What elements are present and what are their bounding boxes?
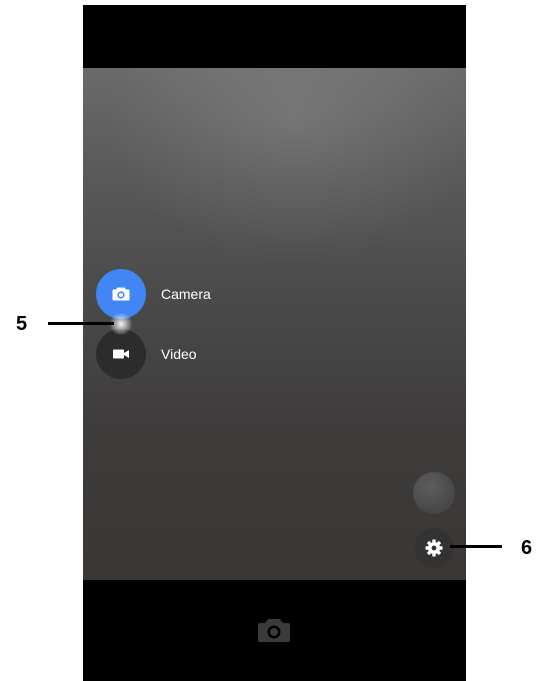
camera-icon	[112, 287, 130, 301]
camera-viewfinder[interactable]	[83, 68, 466, 580]
video-icon	[113, 349, 129, 359]
camera-mode-label: Camera	[161, 286, 211, 302]
shutter-camera-icon[interactable]	[257, 617, 291, 643]
camera-mode-button[interactable]	[96, 269, 146, 319]
callout-line-6	[450, 545, 502, 548]
mode-camera-item[interactable]: Camera	[96, 269, 256, 319]
video-mode-button[interactable]	[96, 329, 146, 379]
callout-line-5	[48, 322, 114, 325]
gear-icon	[425, 539, 443, 557]
settings-button[interactable]	[414, 528, 454, 568]
top-bar	[83, 5, 466, 68]
screenshot-stage: Camera Video 5 6	[0, 0, 544, 681]
gallery-thumbnail[interactable]	[413, 472, 455, 514]
mode-video-item[interactable]: Video	[96, 329, 256, 379]
callout-number-6: 6	[521, 537, 533, 559]
video-mode-label: Video	[161, 346, 197, 362]
phone-screen: Camera Video	[83, 5, 466, 681]
callout-number-5: 5	[16, 313, 28, 335]
